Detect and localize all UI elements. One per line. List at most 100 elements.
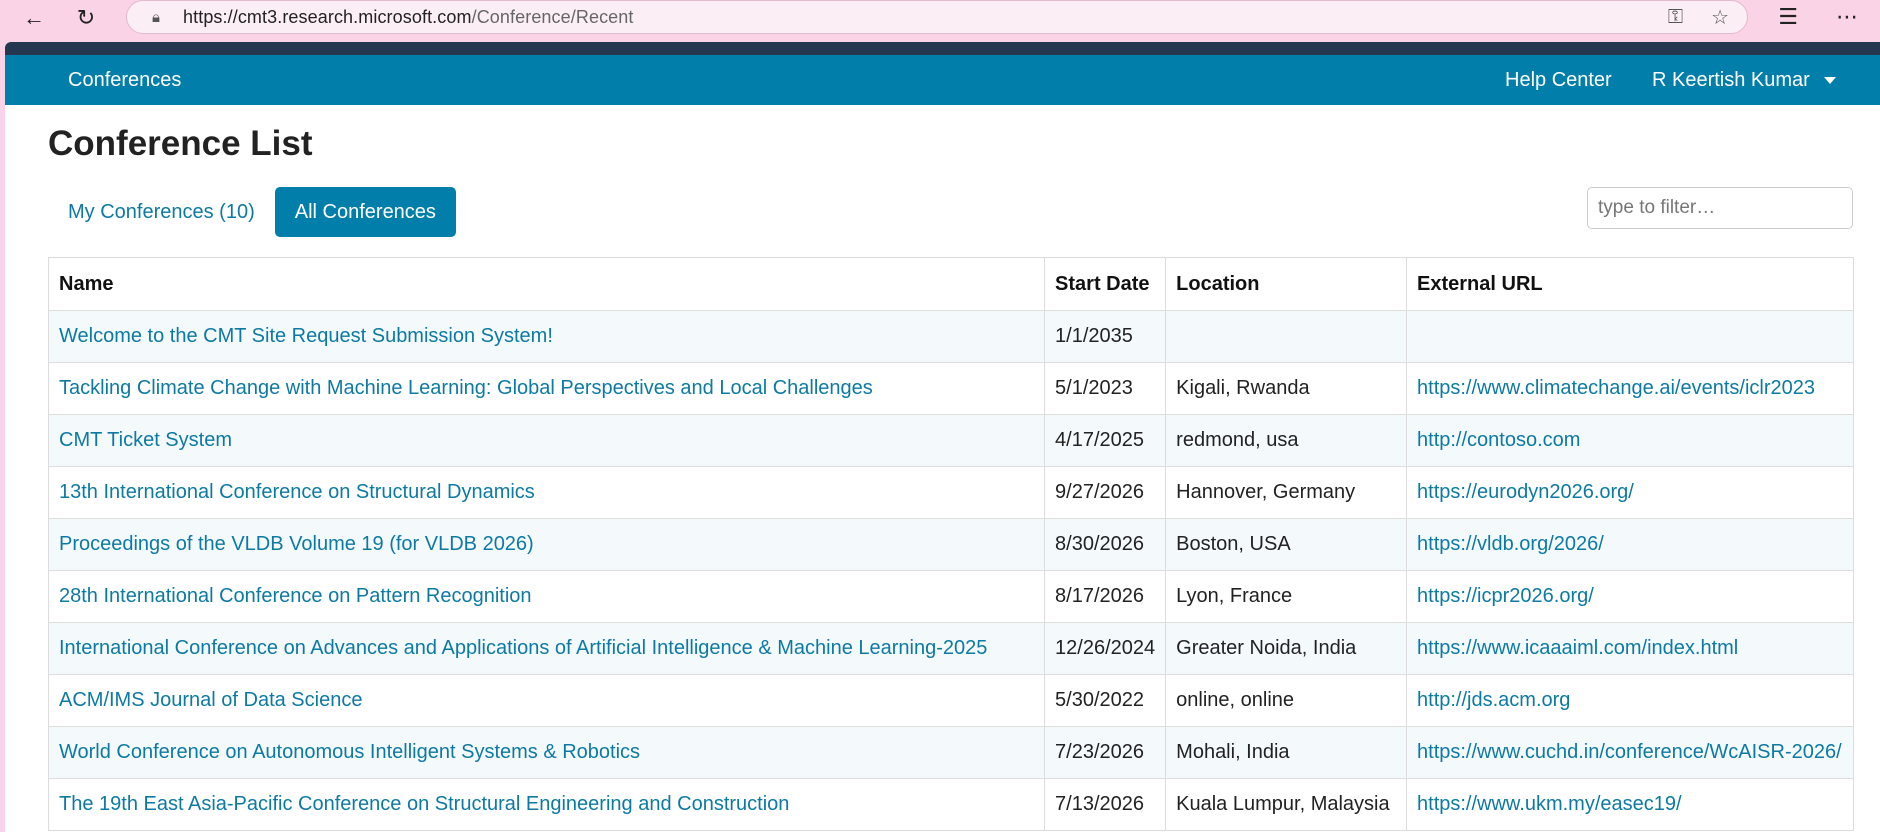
navbar: Conferences Help Center R Keertish Kumar [5,55,1880,105]
cell-external-url: http://jds.acm.org [1406,674,1854,727]
cell-external-url: https://www.ukm.my/easec19/ [1406,778,1854,831]
conference-link[interactable]: 13th International Conference on Structu… [59,481,535,503]
cell-external-url: http://contoso.com [1406,414,1854,467]
cell-location: online, online [1165,674,1408,727]
external-url-link[interactable]: https://www.icaaaiml.com/index.html [1417,637,1738,659]
cell-name: ACM/IMS Journal of Data Science [47,674,1046,727]
table-row: ACM/IMS Journal of Data Science 5/30/202… [47,674,1854,727]
favorite-star-icon[interactable]: ☆ [1711,5,1729,30]
cell-external-url: https://icpr2026.org/ [1406,570,1854,623]
cell-start-date: 4/17/2025 [1044,414,1167,467]
table-row: World Conference on Autonomous Intellige… [47,726,1854,779]
column-header-start-date[interactable]: Start Date [1044,257,1167,311]
conference-link[interactable]: 28th International Conference on Pattern… [59,585,532,607]
address-bar[interactable]: 🔒︎ https://cmt3.research.microsoft.com/C… [126,0,1748,34]
cell-name: 28th International Conference on Pattern… [47,570,1046,623]
conference-link[interactable]: ACM/IMS Journal of Data Science [59,689,362,711]
conference-link[interactable]: International Conference on Advances and… [59,637,987,659]
cell-external-url: https://eurodyn2026.org/ [1406,466,1854,519]
external-url-link[interactable]: http://contoso.com [1417,429,1580,451]
cell-external-url: https://vldb.org/2026/ [1406,518,1854,571]
table-row: The 19th East Asia-Pacific Conference on… [47,778,1854,831]
url-host: https://cmt3.research.microsoft.com [183,6,472,27]
key-icon[interactable]: ⚿︎ [1668,6,1683,29]
cell-external-url [1406,310,1854,363]
cell-start-date: 5/1/2023 [1044,362,1167,415]
external-url-link[interactable]: https://icpr2026.org/ [1417,585,1594,607]
column-header-location[interactable]: Location [1165,257,1408,311]
cell-name: Proceedings of the VLDB Volume 19 (for V… [47,518,1046,571]
page-title: Conference List [48,124,313,163]
tab-all-conferences[interactable]: All Conferences [274,187,456,237]
cell-name: International Conference on Advances and… [47,622,1046,675]
cell-name: 13th International Conference on Structu… [47,466,1046,519]
conference-tabs: My Conferences (10) All Conferences [48,187,456,237]
conference-table: Name Start Date Location External URL We… [47,257,1854,831]
nav-conferences-link[interactable]: Conferences [68,55,181,105]
table-row: Welcome to the CMT Site Request Submissi… [47,310,1854,363]
conference-link[interactable]: World Conference on Autonomous Intellige… [59,741,640,763]
user-name: R Keertish Kumar [1652,69,1810,91]
caret-down-icon [1823,76,1836,84]
table-row: International Conference on Advances and… [47,622,1854,675]
table-row: Tackling Climate Change with Machine Lea… [47,362,1854,415]
cell-start-date: 5/30/2022 [1044,674,1167,727]
url-path: /Conference/Recent [471,6,634,27]
table-row: Proceedings of the VLDB Volume 19 (for V… [47,518,1854,571]
tab-my-conferences[interactable]: My Conferences (10) [48,187,275,237]
cell-start-date: 9/27/2026 [1044,466,1167,519]
user-menu[interactable]: R Keertish Kumar [1652,55,1836,105]
conference-link[interactable]: Welcome to the CMT Site Request Submissi… [59,325,553,347]
cell-start-date: 7/23/2026 [1044,726,1167,779]
table-row: 13th International Conference on Structu… [47,466,1854,519]
back-arrow-icon[interactable]: ← [16,0,52,36]
table-row: 28th International Conference on Pattern… [47,570,1854,623]
external-url-link[interactable]: https://www.ukm.my/easec19/ [1417,793,1682,815]
url-text: https://cmt3.research.microsoft.com/Conf… [183,7,634,28]
cell-location: Lyon, France [1165,570,1408,623]
cell-external-url: https://www.icaaaiml.com/index.html [1406,622,1854,675]
cell-location: Hannover, Germany [1165,466,1408,519]
column-header-external-url[interactable]: External URL [1406,257,1854,311]
column-header-name[interactable]: Name [47,257,1046,311]
favorites-list-icon[interactable]: ☰ [1778,4,1798,30]
filter-input[interactable] [1587,187,1853,229]
cell-location: Mohali, India [1165,726,1408,779]
more-menu-icon[interactable]: ⋯ [1836,4,1858,30]
cell-external-url: https://www.cuchd.in/conference/WcAISR-2… [1406,726,1854,779]
conference-link[interactable]: CMT Ticket System [59,429,232,451]
cell-start-date: 8/30/2026 [1044,518,1167,571]
cell-external-url: https://www.climatechange.ai/events/iclr… [1406,362,1854,415]
cell-location: Greater Noida, India [1165,622,1408,675]
cell-start-date: 12/26/2024 [1044,622,1167,675]
cell-name: The 19th East Asia-Pacific Conference on… [47,778,1046,831]
browser-toolbar: ← ↻ 🔒︎ https://cmt3.research.microsoft.c… [0,0,1880,36]
external-url-link[interactable]: https://vldb.org/2026/ [1417,533,1604,555]
cell-start-date: 8/17/2026 [1044,570,1167,623]
external-url-link[interactable]: https://www.climatechange.ai/events/iclr… [1417,377,1815,399]
cell-name: CMT Ticket System [47,414,1046,467]
site-info-icon[interactable]: 🔒︎ [147,8,165,26]
top-strip [5,42,1880,55]
cell-location [1165,310,1408,363]
external-url-link[interactable]: https://eurodyn2026.org/ [1417,481,1634,503]
cell-name: Tackling Climate Change with Machine Lea… [47,362,1046,415]
conference-link[interactable]: Tackling Climate Change with Machine Lea… [59,377,873,399]
conference-link[interactable]: The 19th East Asia-Pacific Conference on… [59,793,789,815]
external-url-link[interactable]: https://www.cuchd.in/conference/WcAISR-2… [1417,741,1842,763]
table-header-row: Name Start Date Location External URL [47,257,1854,311]
cell-start-date: 1/1/2035 [1044,310,1167,363]
page-viewport: Conferences Help Center R Keertish Kumar… [5,42,1880,832]
conference-link[interactable]: Proceedings of the VLDB Volume 19 (for V… [59,533,534,555]
nav-help-center-link[interactable]: Help Center [1505,55,1612,105]
cell-location: Boston, USA [1165,518,1408,571]
cell-name: Welcome to the CMT Site Request Submissi… [47,310,1046,363]
cell-location: Kuala Lumpur, Malaysia [1165,778,1408,831]
table-row: CMT Ticket System 4/17/2025 redmond, usa… [47,414,1854,467]
reload-icon[interactable]: ↻ [68,0,104,36]
cell-location: redmond, usa [1165,414,1408,467]
external-url-link[interactable]: http://jds.acm.org [1417,689,1570,711]
cell-start-date: 7/13/2026 [1044,778,1167,831]
cell-name: World Conference on Autonomous Intellige… [47,726,1046,779]
cell-location: Kigali, Rwanda [1165,362,1408,415]
